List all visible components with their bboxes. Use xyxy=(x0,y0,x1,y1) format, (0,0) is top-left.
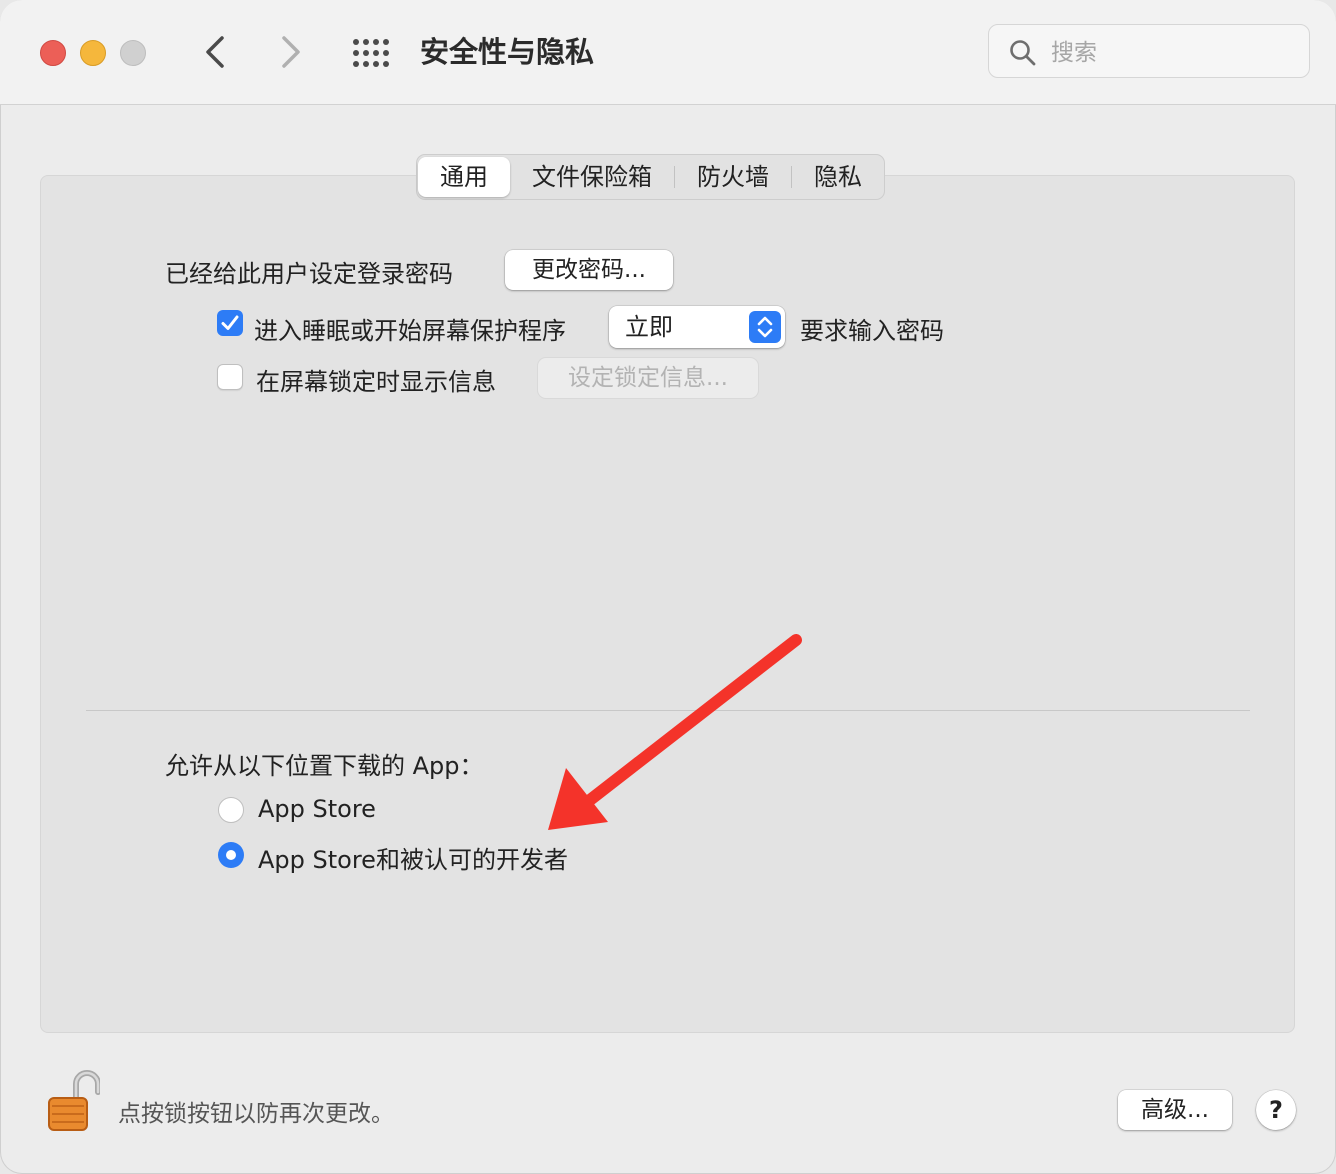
open-lock-icon[interactable] xyxy=(44,1068,100,1136)
search-input[interactable] xyxy=(1049,35,1293,71)
tab-general[interactable]: 通用 xyxy=(418,157,510,197)
grid-icon xyxy=(353,39,389,67)
password-delay-value: 立即 xyxy=(625,313,673,341)
tab-privacy[interactable]: 隐私 xyxy=(792,157,884,197)
password-delay-select[interactable]: 立即 xyxy=(609,306,785,348)
advanced-button[interactable]: 高级... xyxy=(1118,1090,1232,1130)
radio-app-store-identified-label: App Store和被认可的开发者 xyxy=(258,846,568,874)
lock-hint-text: 点按锁按钮以防再次更改。 xyxy=(118,1101,394,1127)
chevron-right-icon xyxy=(282,36,300,68)
chevron-up-down-icon xyxy=(757,316,773,338)
window-title: 安全性与隐私 xyxy=(420,35,595,69)
show-all-button[interactable] xyxy=(352,38,392,68)
forward-button[interactable] xyxy=(276,34,306,70)
select-stepper xyxy=(749,311,781,343)
radio-app-store[interactable] xyxy=(218,797,244,823)
zoom-window-button[interactable] xyxy=(120,40,146,66)
download-section-heading: 允许从以下位置下载的 App： xyxy=(165,752,484,780)
tab-filevault[interactable]: 文件保险箱 xyxy=(510,157,674,197)
tab-firewall[interactable]: 防火墙 xyxy=(675,157,791,197)
search-field[interactable] xyxy=(988,24,1310,78)
password-set-label: 已经给此用户设定登录密码 xyxy=(165,260,453,288)
checkmark-icon xyxy=(221,315,239,330)
set-lock-message-button[interactable]: 设定锁定信息... xyxy=(538,358,758,398)
require-password-checkbox[interactable] xyxy=(217,310,243,336)
help-button[interactable]: ? xyxy=(1256,1090,1296,1130)
preferences-window: 安全性与隐私 通用 文件保险箱 防火墙 隐私 已经给此用户设定登录密码 更改密码… xyxy=(0,0,1336,1174)
content-panel xyxy=(40,175,1295,1033)
chevron-left-icon xyxy=(206,36,224,68)
require-password-label: 进入睡眠或开始屏幕保护程序 xyxy=(254,317,566,345)
show-message-checkbox[interactable] xyxy=(217,364,243,390)
back-button[interactable] xyxy=(200,34,230,70)
change-password-button[interactable]: 更改密码... xyxy=(505,250,673,290)
title-bar: 安全性与隐私 xyxy=(0,0,1336,105)
show-message-label: 在屏幕锁定时显示信息 xyxy=(256,368,496,396)
close-window-button[interactable] xyxy=(40,40,66,66)
radio-app-store-label: App Store xyxy=(258,795,376,823)
tab-bar: 通用 文件保险箱 防火墙 隐私 xyxy=(416,154,885,200)
annotation-arrow xyxy=(548,634,802,830)
search-icon xyxy=(1010,40,1036,66)
minimize-window-button[interactable] xyxy=(80,40,106,66)
require-password-suffix: 要求输入密码 xyxy=(800,317,944,345)
radio-app-store-identified[interactable] xyxy=(218,842,244,868)
